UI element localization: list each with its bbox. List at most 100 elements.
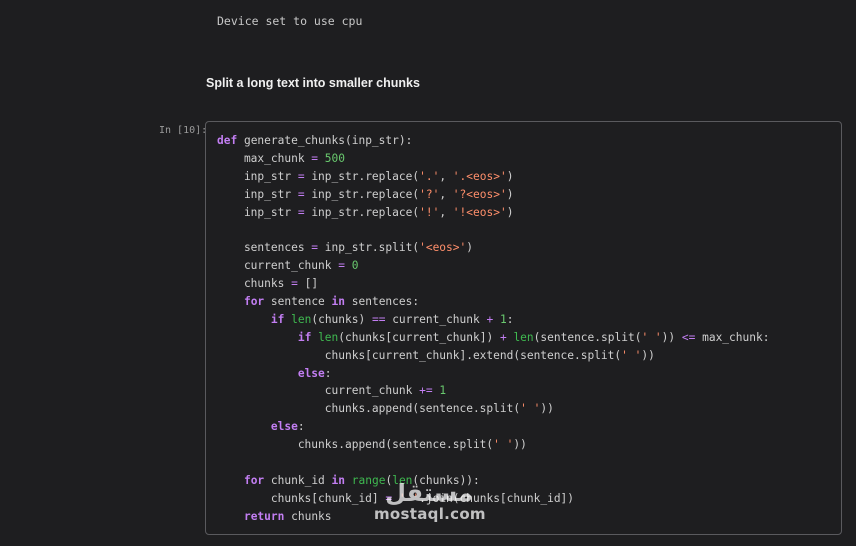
code-token: inp_str [217,205,298,219]
code-token: .join(chunks[chunk_id]) [419,491,575,505]
code-line: inp_str = inp_str.replace('!', '!<eos>') [217,204,769,222]
code-token: , [439,205,453,219]
code-token: : [297,420,305,434]
code-token: (sentence.split( [533,330,642,344]
code-token: '.<eos>' [452,169,507,183]
code-token: generate_chunks(inp_str): [237,134,413,147]
code-token: <= [681,330,696,344]
code-line: current_chunk = 0 [217,257,769,275]
code-token: (chunks)): [412,473,480,487]
code-token: '.' [419,169,440,183]
code-token: ) [506,205,514,219]
code-token: range [351,473,386,487]
code-token: ' ' [398,491,420,505]
code-token: inp_str.replace( [304,205,420,219]
code-token: else [270,420,298,434]
code-token: sentences: [345,295,420,309]
code-token: += [419,384,433,398]
code-token: inp_str.replace( [304,187,420,201]
code-line: for chunk_id in range(len(chunks)): [217,472,769,490]
code-line: inp_str = inp_str.replace('?', '?<eos>') [217,186,769,204]
code-token: (chunks) [311,312,372,326]
code-token: [] [297,277,319,291]
code-token: chunks[current_chunk].extend(sentence.sp… [217,348,622,362]
code-token: for [243,473,265,487]
code-token: ) [506,187,514,201]
code-token: in [331,295,346,309]
code-token: len [392,473,413,487]
code-token: chunk_id [264,473,332,487]
code-token: (chunks[current_chunk]) [338,330,500,344]
code-line: chunks[chunk_id] = ' '.join(chunks[chunk… [217,490,769,508]
code-token: '?<eos>' [452,187,507,201]
code-token: max_chunk: [695,330,770,344]
code-token: '?' [419,187,440,201]
code-token: len [291,312,312,326]
code-line: for sentence in sentences: [217,293,769,311]
code-token: chunks.append(sentence.split( [217,438,494,452]
code-token: 0 [351,259,359,273]
code-token: max_chunk [217,151,312,165]
code-line: current_chunk += 1 [217,382,769,400]
output-text: Device set to use cpu [217,14,363,28]
code-token: 1 [500,312,507,326]
code-line: if len(chunks[current_chunk]) + len(sent… [217,329,770,347]
code-token: ' ' [641,330,662,344]
code-token: chunks[chunk_id] [217,491,386,505]
code-token: current_chunk [385,312,487,326]
code-line: chunks = [] [217,275,769,293]
code-line: def generate_chunks(inp_str): [217,132,769,150]
code-token: in [331,473,346,487]
code-token: inp_str.replace( [304,169,420,183]
code-token: inp_str [217,169,298,183]
code-token: current_chunk [217,259,339,273]
code-token: if [270,312,285,326]
code-line: if len(chunks) == current_chunk + 1: [217,311,769,329]
code-line: chunks.append(sentence.split(' ')) [217,436,769,454]
code-token: len [318,330,339,344]
code-token: , [439,169,453,183]
markdown-heading: Split a long text into smaller chunks [206,76,420,90]
code-token: ' ' [520,402,541,416]
code-token: ' ' [493,438,514,452]
code-token: ) [466,241,473,255]
code-token: )) [661,330,682,344]
code-token: current_chunk [217,384,420,398]
code-token: == [371,312,386,326]
code-token: sentence [264,295,332,309]
cell-prompt: In [10]: [159,125,208,136]
code-line: chunks[current_chunk].extend(sentence.sp… [217,347,769,365]
code-token: '!' [419,205,440,219]
code-line: else: [217,418,769,436]
code-token: : [324,366,332,380]
code-token: chunks [284,509,332,523]
code-line: return chunks [217,508,769,526]
code-token: 1 [439,384,447,398]
code-line: max_chunk = 500 [217,150,769,168]
code-line: chunks.append(sentence.split(' ')) [217,400,769,418]
code-cell[interactable]: def generate_chunks(inp_str): max_chunk … [205,121,842,535]
code-token: )) [540,402,554,416]
code-token: '<eos>' [419,241,467,255]
code-token: )) [513,438,527,452]
code-token: chunks.append(sentence.split( [217,402,521,416]
code-token: inp_str.split( [318,241,420,255]
code-token: len [513,330,534,344]
code-token: = [297,205,305,219]
code-token: : [506,312,514,326]
code-token: = [338,259,345,273]
code-token: if [297,330,312,344]
code-line: else: [217,365,769,383]
code-token: )) [641,348,655,362]
code-editor[interactable]: def generate_chunks(inp_str): max_chunk … [217,132,769,526]
